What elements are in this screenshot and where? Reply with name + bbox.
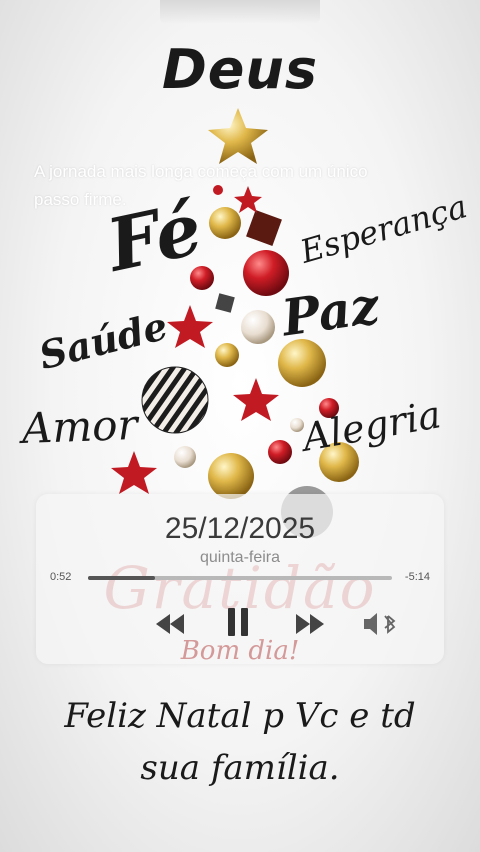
quote-text: A jornada mais longa começa com um único…	[34, 162, 368, 209]
remaining-time: -5:14	[404, 571, 430, 583]
ornament	[141, 366, 209, 434]
ornament	[241, 310, 275, 344]
widget-date: 25/12/2025	[164, 512, 316, 545]
star-icon	[208, 108, 268, 164]
elapsed-time: 0:52	[50, 571, 72, 583]
progress-scrubber[interactable]	[88, 576, 392, 580]
ornament	[208, 453, 254, 499]
christmas-message: Feliz Natal p Vc e td sua família.	[0, 690, 480, 794]
forward-icon[interactable]	[294, 612, 326, 636]
airplay-icon[interactable]	[362, 610, 398, 638]
pause-icon[interactable]	[226, 606, 250, 638]
word-amor: Amor	[21, 399, 139, 454]
widget-weekday: quinta-feira	[199, 549, 281, 566]
greeting-text: Bom dia!	[180, 636, 300, 666]
rewind-icon[interactable]	[154, 612, 186, 636]
star-icon	[167, 305, 213, 348]
gift-box	[246, 210, 282, 246]
ornament	[278, 339, 326, 387]
gift-box	[215, 293, 235, 313]
star-icon	[111, 451, 157, 494]
page-title: Deus	[161, 38, 319, 101]
star-icon	[233, 378, 279, 421]
message-line-2: sua família.	[140, 748, 340, 788]
progress-fill	[88, 576, 155, 580]
ornament	[174, 446, 196, 468]
ornament	[215, 343, 239, 367]
message-line-1: Feliz Natal p Vc e td	[64, 696, 416, 736]
music-player-widget: Gratidão 25/12/2025 quinta-feira 0:52 -5…	[36, 494, 444, 666]
ornament	[268, 440, 292, 464]
